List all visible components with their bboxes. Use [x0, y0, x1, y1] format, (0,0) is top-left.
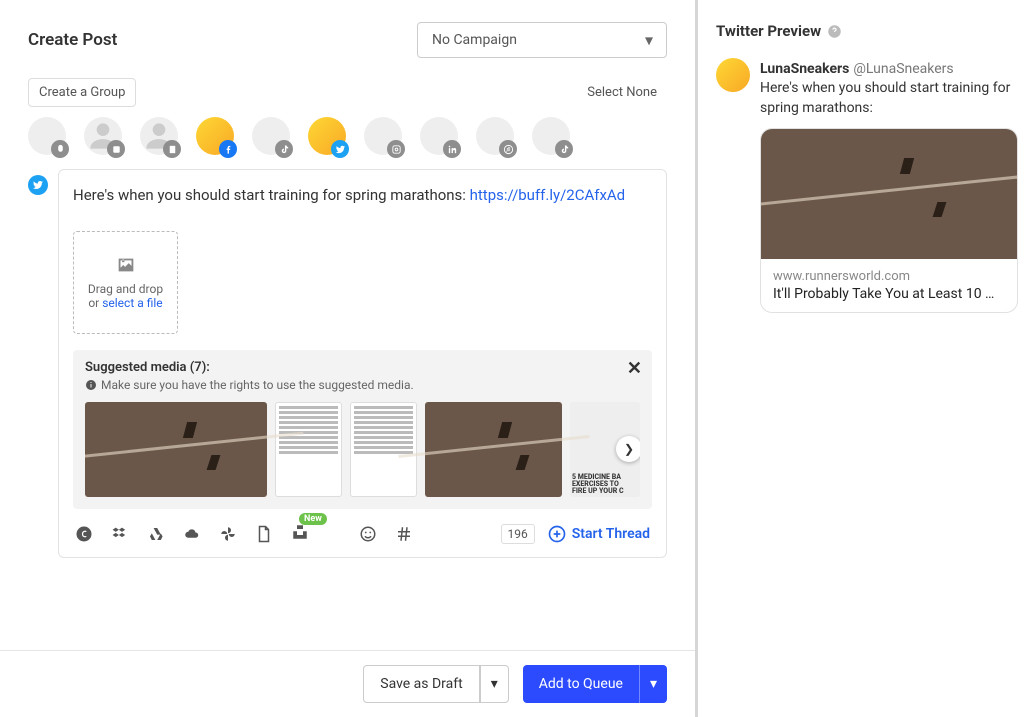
suggested-media-1[interactable]	[85, 402, 267, 497]
char-count: 196	[501, 524, 535, 544]
page-icon	[163, 140, 181, 158]
card-title: It'll Probably Take You at Least 10 We…	[773, 286, 1005, 302]
file-icon[interactable]	[255, 525, 273, 543]
account-pinterest[interactable]	[476, 117, 514, 155]
image-icon	[115, 254, 137, 276]
start-thread-label: Start Thread	[572, 526, 650, 542]
account-google[interactable]	[84, 117, 122, 155]
media-dropzone[interactable]: Drag and dropor select a file	[73, 231, 178, 334]
promo-line3: FIRE UP YOUR C	[572, 488, 638, 495]
instagram-icon	[387, 140, 405, 158]
hashtag-icon[interactable]	[395, 525, 413, 543]
post-text[interactable]: Here's when you should start training fo…	[73, 184, 652, 207]
save-draft-button[interactable]: Save as Draft	[363, 665, 479, 703]
dropzone-line1: Drag and drop	[88, 282, 163, 296]
linkedin-icon	[443, 140, 461, 158]
pinterest-icon	[499, 140, 517, 158]
campaign-select[interactable]: No Campaign	[417, 22, 667, 58]
suggested-media-row: 5 MEDICINE BA EXERCISES TO FIRE UP YOUR …	[85, 402, 640, 497]
preview-panel: Twitter Preview LunaSneakers @LunaSneake…	[698, 0, 1024, 717]
post-text-content: Here's when you should start training fo…	[73, 186, 470, 204]
onedrive-icon[interactable]	[183, 525, 201, 543]
suggested-title: Suggested media (7):	[85, 360, 640, 375]
account-twitter[interactable]	[308, 117, 346, 155]
suggested-media-3[interactable]	[350, 402, 417, 497]
suggested-media-4[interactable]	[425, 402, 562, 497]
suggested-media-panel: ✕ Suggested media (7): Make sure you hav…	[73, 350, 652, 509]
link-card[interactable]: www.runnersworld.com It'll Probably Take…	[760, 128, 1018, 313]
suggested-next-button[interactable]: ❯	[616, 436, 640, 462]
account-mastodon[interactable]	[28, 117, 66, 155]
info-icon	[85, 379, 97, 391]
close-suggested-button[interactable]: ✕	[627, 358, 642, 379]
account-linkedin-page[interactable]	[140, 117, 178, 155]
active-network-twitter-icon	[28, 175, 48, 195]
avatar	[716, 58, 750, 92]
composer-toolbar: New 196 Start Thread	[73, 511, 652, 557]
preview-title: Twitter Preview	[716, 22, 821, 40]
account-facebook[interactable]	[196, 117, 234, 155]
campaign-select-wrap: No Campaign	[417, 22, 667, 58]
select-none-button[interactable]: Select None	[577, 78, 667, 107]
preview-name: LunaSneakers	[760, 61, 849, 77]
googlephotos-icon[interactable]	[219, 525, 237, 543]
select-file-link[interactable]: select a file	[102, 296, 162, 310]
account-instagram[interactable]	[364, 117, 402, 155]
composer-footer: Save as Draft ▾ Add to Queue ▾	[0, 650, 695, 717]
gbp-icon	[107, 140, 125, 158]
account-tiktok-1[interactable]	[252, 117, 290, 155]
suggested-sub: Make sure you have the rights to use the…	[101, 378, 414, 392]
tiktok-icon	[275, 140, 293, 158]
help-icon[interactable]	[827, 24, 842, 39]
tweet-preview: LunaSneakers @LunaSneakers Here's when y…	[716, 58, 1018, 313]
account-row	[28, 117, 667, 155]
page-title: Create Post	[28, 30, 117, 50]
preview-text: Here's when you should start training fo…	[760, 79, 1018, 118]
composer-panel: Create Post No Campaign Create a Group S…	[0, 0, 698, 717]
tiktok-icon	[555, 140, 573, 158]
start-thread-button[interactable]: Start Thread	[547, 524, 650, 544]
card-image	[761, 129, 1017, 259]
new-badge: New	[299, 513, 327, 525]
account-linkedin[interactable]	[420, 117, 458, 155]
emoji-icon[interactable]	[359, 525, 377, 543]
post-editor[interactable]: Here's when you should start training fo…	[58, 169, 667, 558]
add-to-queue-dropdown[interactable]: ▾	[639, 665, 667, 703]
plus-circle-icon	[547, 524, 567, 544]
suggested-media-2[interactable]	[275, 402, 342, 497]
add-to-queue-button[interactable]: Add to Queue	[523, 665, 639, 703]
card-domain: www.runnersworld.com	[773, 269, 1005, 284]
create-group-button[interactable]: Create a Group	[28, 78, 136, 107]
account-tiktok-2[interactable]	[532, 117, 570, 155]
facebook-icon	[219, 140, 237, 158]
mastodon-icon	[51, 140, 69, 158]
save-draft-dropdown[interactable]: ▾	[480, 665, 509, 703]
dropbox-icon[interactable]	[111, 525, 129, 543]
googledrive-icon[interactable]	[147, 525, 165, 543]
twitter-icon	[331, 140, 349, 158]
unsplash-icon[interactable]	[291, 523, 309, 541]
dropzone-or: or	[88, 296, 102, 310]
canva-icon[interactable]	[75, 525, 93, 543]
preview-handle: @LunaSneakers	[853, 61, 953, 77]
post-link[interactable]: https://buff.ly/2CAfxAd	[470, 186, 626, 204]
